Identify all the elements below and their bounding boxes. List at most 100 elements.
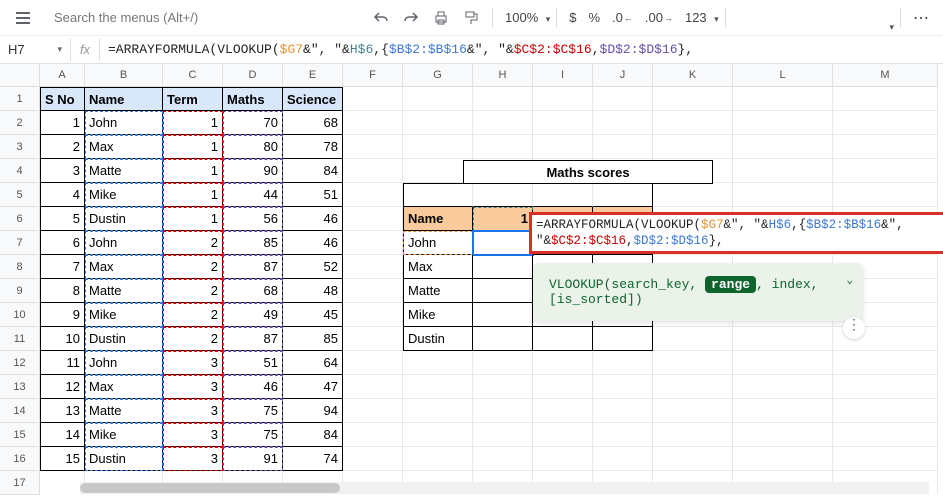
cell-F7[interactable] — [343, 231, 403, 255]
cell-G15[interactable] — [403, 423, 473, 447]
cell-L16[interactable] — [733, 447, 833, 471]
row-header[interactable]: 16 — [0, 447, 40, 471]
cell-F13[interactable] — [343, 375, 403, 399]
cell-I15[interactable] — [533, 423, 593, 447]
cell-K1[interactable] — [653, 87, 733, 111]
cell-B3[interactable]: Max — [85, 135, 163, 159]
cell-F14[interactable] — [343, 399, 403, 423]
cell-G3[interactable] — [403, 135, 473, 159]
cell-E6[interactable]: 46 — [283, 207, 343, 231]
row-header[interactable]: 13 — [0, 375, 40, 399]
cell-B5[interactable]: Mike — [85, 183, 163, 207]
cell-L14[interactable] — [733, 399, 833, 423]
cell-F8[interactable] — [343, 255, 403, 279]
cell-H3[interactable] — [473, 135, 533, 159]
cell-H1[interactable] — [473, 87, 533, 111]
cell-A16[interactable]: 15 — [40, 447, 85, 471]
cell-C1[interactable]: Term — [163, 87, 223, 111]
cell-H9[interactable] — [473, 279, 533, 303]
cell-B2[interactable]: John — [85, 111, 163, 135]
horizontal-scrollbar[interactable] — [80, 482, 929, 494]
cell-L2[interactable] — [733, 111, 833, 135]
cell-D6[interactable]: 56 — [223, 207, 283, 231]
cell-H4[interactable] — [473, 159, 533, 183]
cell-M5[interactable] — [833, 183, 938, 207]
cell-D15[interactable]: 75 — [223, 423, 283, 447]
column-header[interactable]: K — [653, 64, 733, 87]
cell-H5[interactable] — [473, 183, 533, 207]
cell-F1[interactable] — [343, 87, 403, 111]
cell-B9[interactable]: Matte — [85, 279, 163, 303]
cell-F10[interactable] — [343, 303, 403, 327]
cell-E8[interactable]: 52 — [283, 255, 343, 279]
cell-K12[interactable] — [653, 351, 733, 375]
row-header[interactable]: 12 — [0, 351, 40, 375]
cell-K16[interactable] — [653, 447, 733, 471]
cell-M15[interactable] — [833, 423, 938, 447]
cell-M4[interactable] — [833, 159, 938, 183]
cell-B4[interactable]: Matte — [85, 159, 163, 183]
cell-D13[interactable]: 46 — [223, 375, 283, 399]
cell-J4[interactable] — [593, 159, 653, 183]
cell-L1[interactable] — [733, 87, 833, 111]
row-header[interactable]: 14 — [0, 399, 40, 423]
cell-I1[interactable] — [533, 87, 593, 111]
cell-F3[interactable] — [343, 135, 403, 159]
select-all-corner[interactable] — [0, 64, 40, 87]
cell-M12[interactable] — [833, 351, 938, 375]
cell-C8[interactable]: 2 — [163, 255, 223, 279]
cell-M13[interactable] — [833, 375, 938, 399]
cell-F15[interactable] — [343, 423, 403, 447]
cell-J3[interactable] — [593, 135, 653, 159]
cell-G5[interactable] — [403, 183, 473, 207]
cell-E5[interactable]: 51 — [283, 183, 343, 207]
cell-G4[interactable] — [403, 159, 473, 183]
column-header[interactable]: E — [283, 64, 343, 87]
cell-C3[interactable]: 1 — [163, 135, 223, 159]
cell-G9[interactable]: Matte — [403, 279, 473, 303]
scrollbar-thumb[interactable] — [80, 483, 340, 493]
cell-A3[interactable]: 2 — [40, 135, 85, 159]
cell-A4[interactable]: 3 — [40, 159, 85, 183]
cell-G1[interactable] — [403, 87, 473, 111]
cell-I16[interactable] — [533, 447, 593, 471]
cell-G8[interactable]: Max — [403, 255, 473, 279]
cell-A7[interactable]: 6 — [40, 231, 85, 255]
cell-A15[interactable]: 14 — [40, 423, 85, 447]
column-header[interactable]: I — [533, 64, 593, 87]
cell-F6[interactable] — [343, 207, 403, 231]
column-header[interactable]: A — [40, 64, 85, 87]
cell-K14[interactable] — [653, 399, 733, 423]
cell-H7[interactable] — [473, 231, 533, 255]
cell-J15[interactable] — [593, 423, 653, 447]
cell-A17[interactable] — [40, 471, 85, 494]
cell-H12[interactable] — [473, 351, 533, 375]
cell-K15[interactable] — [653, 423, 733, 447]
cell-F4[interactable] — [343, 159, 403, 183]
cell-B14[interactable]: Matte — [85, 399, 163, 423]
cell-E13[interactable]: 47 — [283, 375, 343, 399]
cell-I3[interactable] — [533, 135, 593, 159]
cell-C7[interactable]: 2 — [163, 231, 223, 255]
cell-J13[interactable] — [593, 375, 653, 399]
cell-H15[interactable] — [473, 423, 533, 447]
cell-I2[interactable] — [533, 111, 593, 135]
cell-J5[interactable] — [593, 183, 653, 207]
cell-H6[interactable]: 1 — [473, 207, 533, 231]
inline-formula-editor[interactable]: =ARRAYFORMULA(VLOOKUP($G7&", "&H$6,{$B$2… — [529, 212, 943, 254]
cell-L3[interactable] — [733, 135, 833, 159]
column-header[interactable]: B — [85, 64, 163, 87]
cell-E4[interactable]: 84 — [283, 159, 343, 183]
cell-G2[interactable] — [403, 111, 473, 135]
cell-D1[interactable]: Maths — [223, 87, 283, 111]
cell-C2[interactable]: 1 — [163, 111, 223, 135]
cell-G6[interactable]: Name — [403, 207, 473, 231]
decrease-decimal-button[interactable]: .0 ← — [606, 10, 639, 25]
cell-H14[interactable] — [473, 399, 533, 423]
cell-A11[interactable]: 10 — [40, 327, 85, 351]
cell-A10[interactable]: 9 — [40, 303, 85, 327]
row-header[interactable]: 15 — [0, 423, 40, 447]
redo-icon[interactable] — [400, 7, 422, 29]
cell-K5[interactable] — [653, 183, 733, 207]
cell-K3[interactable] — [653, 135, 733, 159]
